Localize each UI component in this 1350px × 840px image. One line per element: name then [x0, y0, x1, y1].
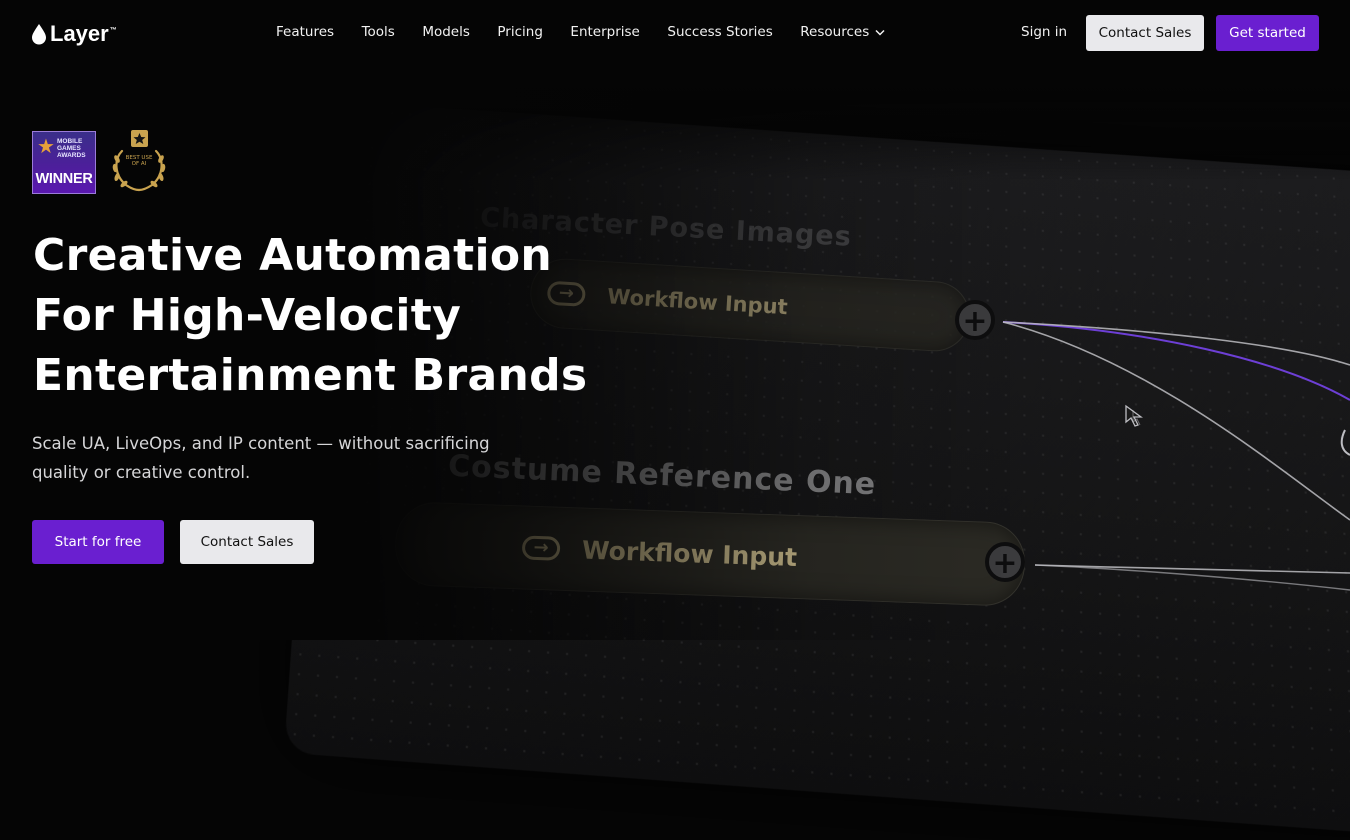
- mobile-games-awards-winner-badge: ★ MOBILE GAMES AWARDS WINNER: [32, 130, 96, 194]
- nav-item-models[interactable]: Models: [422, 24, 470, 40]
- drop-logo-icon: [32, 24, 46, 45]
- plus-icon: +: [985, 542, 1025, 582]
- nav-contact-sales-button[interactable]: Contact Sales: [1086, 15, 1204, 51]
- trademark-symbol: ™: [109, 26, 117, 34]
- nav-get-started-button[interactable]: Get started: [1216, 15, 1319, 51]
- start-for-free-button[interactable]: Start for free: [32, 520, 164, 564]
- star-icon: ★: [37, 135, 55, 158]
- plus-icon: +: [955, 300, 995, 340]
- headline-line-3: Entertainment Brands: [33, 350, 588, 401]
- nav-item-enterprise[interactable]: Enterprise: [570, 24, 639, 40]
- hero-subtext: Scale UA, LiveOps, and IP content — with…: [32, 434, 490, 482]
- hero-contact-sales-button[interactable]: Contact Sales: [180, 520, 314, 564]
- chevron-down-icon: [875, 29, 885, 36]
- award-badges: ★ MOBILE GAMES AWARDS WINNER BEST USE OF: [32, 129, 172, 195]
- sign-in-link[interactable]: Sign in: [1021, 24, 1067, 40]
- nav-item-pricing[interactable]: Pricing: [497, 24, 543, 40]
- layer-logo[interactable]: Layer ™: [31, 21, 117, 47]
- award-status: WINNER: [35, 170, 93, 187]
- laurel-badge-label: BEST USE OF AI: [125, 155, 153, 167]
- top-navigation: Layer ™ Features Tools Models Pricing En…: [0, 0, 1350, 66]
- nav-links: Features Tools Models Pricing Enterprise…: [276, 24, 913, 40]
- headline-line-2: For High-Velocity: [33, 290, 462, 341]
- workflow-input-label: Workflow Input: [581, 535, 798, 572]
- mouse-cursor-icon: [1125, 404, 1143, 427]
- nav-item-resources-label: Resources: [800, 24, 870, 40]
- nav-item-resources[interactable]: Resources: [800, 24, 885, 40]
- headline-line-1: Creative Automation: [33, 230, 553, 281]
- nav-item-success-stories[interactable]: Success Stories: [667, 24, 772, 40]
- nav-item-features[interactable]: Features: [276, 24, 334, 40]
- brand-name: Layer: [50, 21, 109, 46]
- best-use-of-ai-laurel-badge: BEST USE OF AI: [106, 129, 172, 195]
- workflow-input-label: Workflow Input: [606, 284, 789, 320]
- award-name: MOBILE GAMES AWARDS: [57, 137, 86, 159]
- hero-headline: Creative Automation For High-Velocity En…: [33, 226, 587, 406]
- input-arrow-icon: →: [521, 535, 561, 561]
- nav-item-tools[interactable]: Tools: [362, 24, 395, 40]
